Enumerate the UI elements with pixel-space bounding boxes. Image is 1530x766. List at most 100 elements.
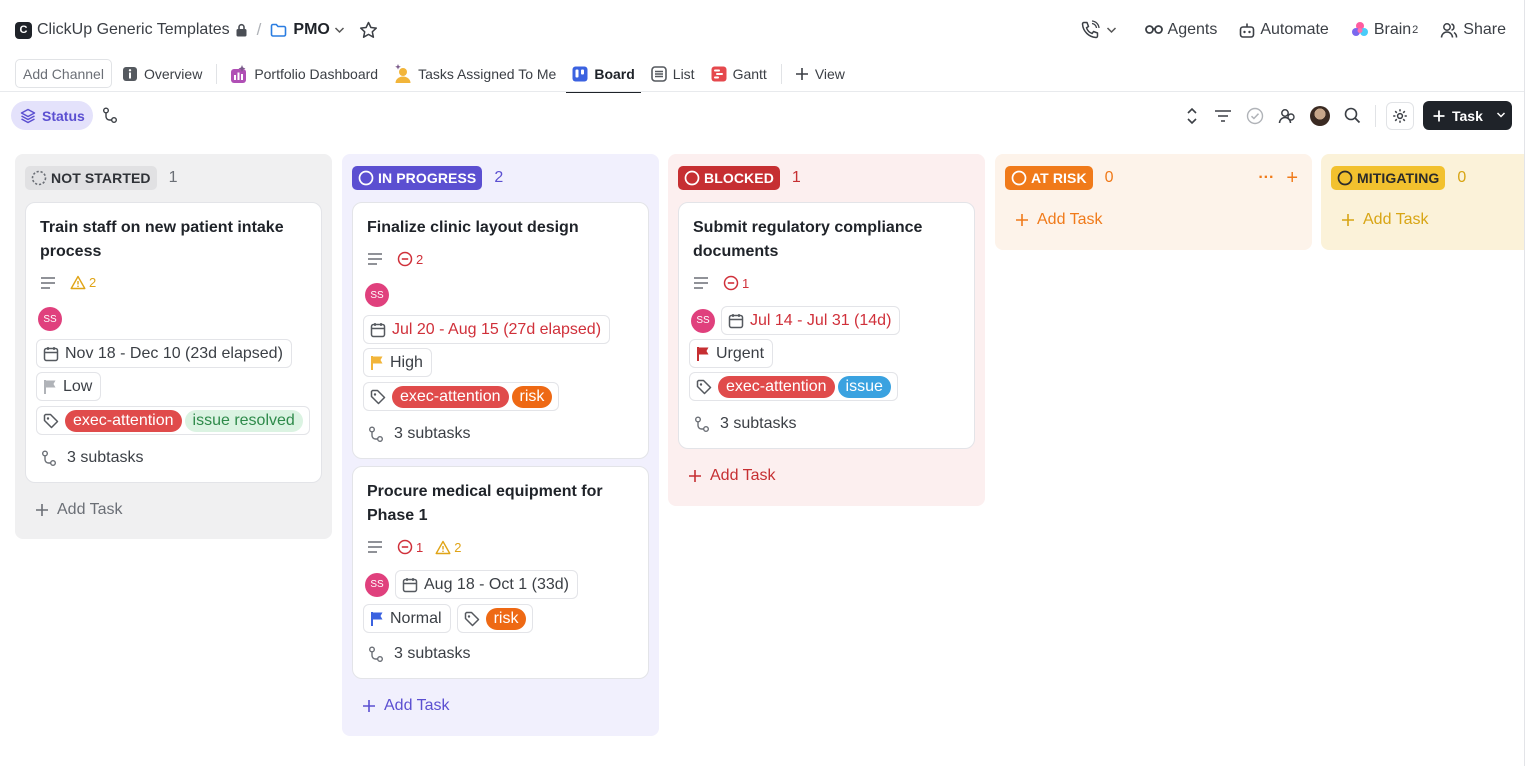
- tab-tasks-assigned[interactable]: Tasks Assigned To Me: [394, 55, 556, 92]
- tags-chip[interactable]: exec-attention risk: [363, 382, 560, 411]
- add-icon[interactable]: +: [1286, 167, 1298, 190]
- tab-board[interactable]: Board: [566, 55, 642, 93]
- assignee-avatar[interactable]: SS: [38, 307, 62, 331]
- tag-issue[interactable]: issue: [837, 375, 891, 398]
- blocking-indicator[interactable]: 2: [397, 251, 423, 267]
- date-chip[interactable]: Nov 18 - Dec 10 (23d elapsed): [36, 339, 292, 368]
- subtasks-row[interactable]: 3 subtasks: [363, 425, 470, 443]
- status-badge[interactable]: NOT STARTED: [25, 166, 157, 190]
- tab-list[interactable]: List: [650, 55, 695, 92]
- status-badge[interactable]: IN PROGRESS: [352, 166, 483, 190]
- date-chip[interactable]: Jul 14 - Jul 31 (14d): [721, 306, 901, 335]
- tag-risk[interactable]: risk: [485, 607, 527, 630]
- priority-chip[interactable]: Low: [36, 372, 102, 401]
- task-card[interactable]: Submit regulatory compliance documents 1…: [678, 202, 975, 449]
- add-task-link[interactable]: Add Task: [1341, 211, 1429, 229]
- tags-chip[interactable]: risk: [456, 604, 534, 633]
- circle-icon: [684, 170, 700, 186]
- agents-label: Agents: [1167, 21, 1218, 38]
- tags-row: exec-attention issue resolved: [36, 406, 310, 435]
- user-avatar[interactable]: [1310, 105, 1330, 126]
- subtasks-row[interactable]: 3 subtasks: [36, 449, 143, 467]
- tag-exec-attention[interactable]: exec-attention: [392, 385, 509, 408]
- status-badge[interactable]: AT RISK: [1005, 166, 1093, 190]
- more-options-icon[interactable]: ···: [1258, 169, 1274, 187]
- board-tools: Task: [1170, 101, 1512, 130]
- add-view-label: View: [814, 65, 845, 82]
- column-blocked: BLOCKED 1 Submit regulatory compliance d…: [668, 154, 985, 506]
- add-task-link[interactable]: Add Task: [362, 697, 450, 715]
- priority-label: Low: [63, 377, 93, 395]
- tab-portfolio-dashboard[interactable]: Portfolio Dashboard: [230, 55, 378, 92]
- scroll-edge: [1524, 0, 1525, 766]
- blocking-count: 1: [742, 275, 750, 291]
- warning-indicator[interactable]: 2: [70, 275, 96, 290]
- status-badge[interactable]: MITIGATING: [1331, 166, 1446, 190]
- add-view-button[interactable]: View: [795, 55, 845, 92]
- priority-row: High: [363, 348, 432, 377]
- assignee-avatar[interactable]: SS: [691, 308, 715, 333]
- subtask-icon: [42, 450, 56, 466]
- agents-button[interactable]: Agents: [1144, 21, 1218, 39]
- top-bar: C ClickUp Generic Templates / PMO Agents…: [0, 0, 1524, 56]
- automate-button[interactable]: Automate: [1239, 21, 1329, 39]
- subtasks-row[interactable]: 3 subtasks: [689, 415, 796, 433]
- priority-chip[interactable]: Urgent: [689, 339, 774, 368]
- brain-button[interactable]: Brain 2: [1351, 21, 1418, 39]
- subtasks-toggle[interactable]: [102, 107, 118, 124]
- search-icon[interactable]: [1344, 107, 1361, 124]
- subtasks-row[interactable]: 3 subtasks: [363, 645, 470, 663]
- task-card[interactable]: Finalize clinic layout design 2 SS Jul 2…: [352, 202, 649, 459]
- add-task-link[interactable]: Add Task: [688, 467, 776, 485]
- tab-overview[interactable]: Overview: [122, 55, 202, 92]
- task-title[interactable]: Finalize clinic layout design: [367, 216, 637, 240]
- task-title[interactable]: Train staff on new patient intake proces…: [40, 216, 310, 264]
- tag-issue-resolved[interactable]: issue resolved: [184, 409, 303, 432]
- status-label: AT RISK: [1031, 170, 1087, 186]
- add-task-label: Add Task: [710, 467, 776, 484]
- chevron-down-icon[interactable]: [334, 26, 345, 34]
- date-chip[interactable]: Jul 20 - Aug 15 (27d elapsed): [363, 315, 611, 344]
- priority-label: High: [390, 353, 423, 371]
- assignee-avatar[interactable]: SS: [365, 283, 389, 307]
- tags-chip[interactable]: exec-attention issue resolved: [36, 406, 310, 435]
- tag-exec-attention[interactable]: exec-attention: [718, 375, 835, 398]
- share-button[interactable]: Share: [1440, 21, 1506, 39]
- add-channel-button[interactable]: Add Channel: [15, 59, 112, 88]
- task-title[interactable]: Procure medical equipment for Phase 1: [367, 480, 637, 528]
- task-card[interactable]: Procure medical equipment for Phase 1 1 …: [352, 466, 649, 679]
- date-chip[interactable]: Aug 18 - Oct 1 (33d): [395, 570, 578, 599]
- task-card[interactable]: Train staff on new patient intake proces…: [25, 202, 322, 483]
- agents-icon: [1144, 25, 1163, 34]
- group-by-status-button[interactable]: Status: [11, 101, 93, 130]
- add-task-link[interactable]: Add Task: [1015, 211, 1103, 229]
- tag-risk[interactable]: risk: [511, 385, 553, 408]
- task-title[interactable]: Submit regulatory compliance documents: [693, 216, 963, 264]
- assignee-avatar[interactable]: SS: [365, 572, 389, 597]
- check-circle-icon[interactable]: [1246, 107, 1264, 125]
- subtask-icon: [695, 416, 709, 432]
- add-task-link[interactable]: Add Task: [35, 501, 123, 519]
- breadcrumb-workspace[interactable]: ClickUp Generic Templates: [37, 21, 230, 39]
- breadcrumb-separator: /: [256, 20, 262, 39]
- tags-chip[interactable]: exec-attention issue: [689, 372, 898, 401]
- blocking-indicator[interactable]: 1: [723, 275, 749, 291]
- expand-collapse-icon[interactable]: [1184, 107, 1200, 125]
- plus-icon: [795, 67, 808, 80]
- workspace-logo[interactable]: C: [15, 21, 32, 39]
- assignees-icon[interactable]: [1278, 107, 1296, 125]
- priority-chip[interactable]: High: [363, 348, 432, 377]
- status-badge[interactable]: BLOCKED: [678, 166, 780, 190]
- breadcrumb-folder[interactable]: PMO: [293, 21, 329, 39]
- tag-exec-attention[interactable]: exec-attention: [65, 409, 182, 432]
- priority-row: Urgent: [689, 339, 774, 368]
- add-task-button[interactable]: Task: [1423, 101, 1512, 130]
- priority-chip[interactable]: Normal: [363, 604, 451, 633]
- blocking-indicator[interactable]: 1: [397, 539, 423, 555]
- star-icon[interactable]: [359, 21, 378, 39]
- call-menu[interactable]: [1080, 20, 1123, 40]
- tab-gantt[interactable]: Gantt: [711, 55, 767, 92]
- settings-button[interactable]: [1386, 101, 1414, 130]
- warning-indicator[interactable]: 2: [435, 540, 461, 555]
- filter-icon[interactable]: [1214, 109, 1232, 123]
